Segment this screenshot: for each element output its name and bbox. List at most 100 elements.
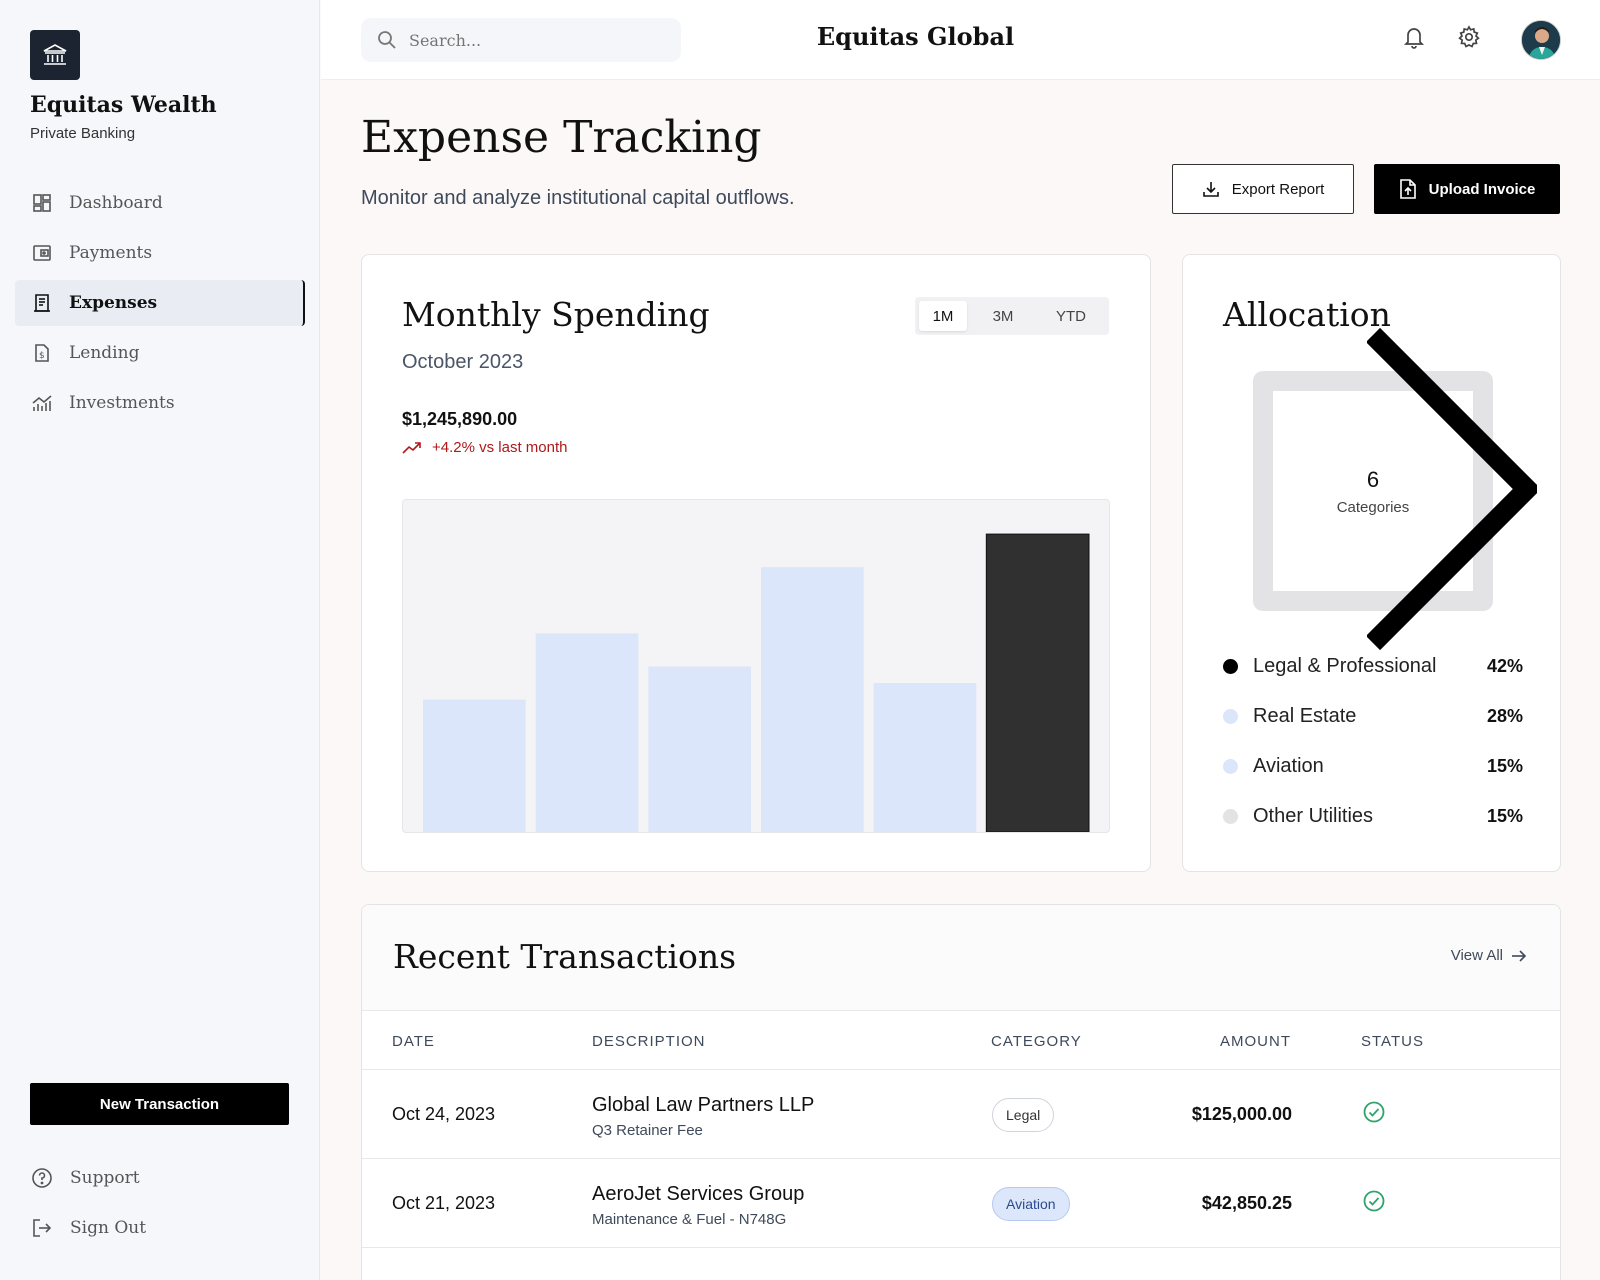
transaction-subtext: Maintenance & Fuel - N748G [592,1211,787,1228]
page-title: Expense Tracking [361,112,762,163]
brand-subtitle: Private Banking [30,125,136,142]
legend-dot [1223,708,1238,724]
support-link[interactable]: Support [30,1166,140,1190]
allocation-donut: 6 Categories [1253,327,1537,651]
monthly-spending-card: Monthly Spending 1M 3M YTD October 2023 … [361,254,1151,872]
period-ytd-button[interactable]: YTD [1039,301,1103,331]
column-header-date: DATE [392,1033,435,1050]
document-dollar-icon: $ [31,342,53,364]
chart-bar [648,666,751,832]
spending-change: +4.2% vs last month [402,439,567,456]
category-count-label: Categories [1336,499,1410,516]
export-report-label: Export Report [1231,180,1325,198]
column-header-description: DESCRIPTION [592,1033,706,1050]
sidebar-item-lending[interactable]: $ Lending [15,330,305,376]
brand-name: Equitas Wealth [30,92,217,118]
period-3m-button[interactable]: 3M [967,301,1039,331]
table-row[interactable]: Oct 24, 2023 Global Law Partners LLP Q3 … [362,1070,1560,1159]
category-count: 6 [1366,467,1380,492]
user-avatar[interactable] [1521,20,1561,60]
spending-chart [402,499,1110,833]
view-all-link[interactable]: View All [1451,947,1527,964]
wallet-icon [31,242,53,264]
dashboard-icon [31,192,53,214]
trending-up-icon [402,441,421,454]
arrow-right-icon [1512,949,1527,962]
chart-bar [985,533,1090,833]
transactions-title: Recent Transactions [393,937,737,976]
sidebar-item-label: Lending [69,343,140,363]
column-header-amount: AMOUNT [1220,1033,1291,1050]
legend-item: Legal & Professional 42% [1223,641,1523,691]
legend-dot [1223,658,1238,674]
sidebar-item-expenses[interactable]: Expenses [15,280,305,326]
legend-percent: 28% [1486,705,1523,726]
legend-item: Other Utilities 15% [1223,791,1523,841]
top-bar: Equitas Global [321,0,1600,80]
spending-change-text: +4.2% vs last month [432,439,568,456]
table-row-partial[interactable] [362,1248,1560,1280]
export-report-button[interactable]: Export Report [1172,164,1354,214]
allocation-title: Allocation [1223,295,1391,334]
spending-date: October 2023 [402,351,524,373]
table-row[interactable]: Oct 21, 2023 AeroJet Services Group Main… [362,1159,1560,1248]
page-subtitle: Monitor and analyze institutional capita… [361,187,795,209]
sign-out-label: Sign Out [70,1218,147,1238]
bank-logo-icon [30,30,80,80]
sidebar-item-dashboard[interactable]: Dashboard [15,180,305,226]
sidebar: Equitas Wealth Private Banking Dashboard… [0,0,320,1280]
sidebar-item-label: Payments [69,243,153,263]
gear-icon[interactable] [1456,24,1482,50]
receipt-icon [31,292,53,314]
check-circle-icon [1363,1190,1385,1212]
legend-name: Other Utilities [1253,804,1374,827]
transaction-date: Oct 24, 2023 [392,1104,496,1124]
legend-name: Real Estate [1253,704,1357,727]
sign-out-link[interactable]: Sign Out [30,1216,146,1240]
svg-text:$: $ [39,351,45,361]
legend-name: Aviation [1253,754,1324,777]
transaction-amount: $42,850.25 [1201,1193,1292,1213]
chart-bar [535,633,639,832]
upload-invoice-button[interactable]: Upload Invoice [1374,164,1560,214]
legend-dot [1223,808,1238,824]
help-circle-icon [30,1166,54,1190]
allocation-legend: Legal & Professional 42% Real Estate 28%… [1223,641,1523,841]
view-all-label: View All [1450,947,1503,964]
spending-bar-chart [423,533,1090,833]
category-badge: Legal [992,1098,1055,1132]
period-toggle: 1M 3M YTD [915,297,1109,335]
period-1m-button[interactable]: 1M [919,301,967,331]
sidebar-item-label: Dashboard [69,193,163,213]
download-icon [1202,180,1220,198]
sidebar-item-payments[interactable]: Payments [15,230,305,276]
transaction-amount: $125,000.00 [1191,1104,1292,1124]
sidebar-item-investments[interactable]: Investments [15,380,305,426]
recent-transactions-card: Recent Transactions View All DATE DESCRI… [361,904,1561,1280]
chart-icon [31,392,53,414]
legend-item: Aviation 15% [1223,741,1523,791]
legend-percent: 42% [1486,655,1523,676]
legend-dot [1223,758,1238,774]
transactions-header: Recent Transactions View All [362,905,1560,1011]
legend-percent: 15% [1486,805,1523,826]
sidebar-item-label: Investments [69,393,175,413]
sidebar-nav: Dashboard Payments Expenses $ Lending In… [15,180,305,430]
transaction-description: Global Law Partners LLP [592,1094,815,1116]
column-header-category: CATEGORY [991,1033,1082,1050]
legend-name: Legal & Professional [1253,654,1437,677]
support-label: Support [70,1168,140,1188]
new-transaction-button[interactable]: New Transaction [30,1083,289,1125]
legend-percent: 15% [1486,755,1523,776]
legend-item: Real Estate 28% [1223,691,1523,741]
transaction-subtext: Q3 Retainer Fee [592,1122,703,1139]
upload-invoice-label: Upload Invoice [1428,180,1536,198]
chart-bar [873,683,977,832]
chart-bar [761,567,864,832]
logout-icon [30,1216,54,1240]
spending-title: Monthly Spending [402,295,710,334]
sidebar-item-label: Expenses [69,293,158,313]
chart-bar [423,699,526,832]
check-circle-icon [1363,1101,1385,1123]
bell-icon[interactable] [1401,24,1427,50]
